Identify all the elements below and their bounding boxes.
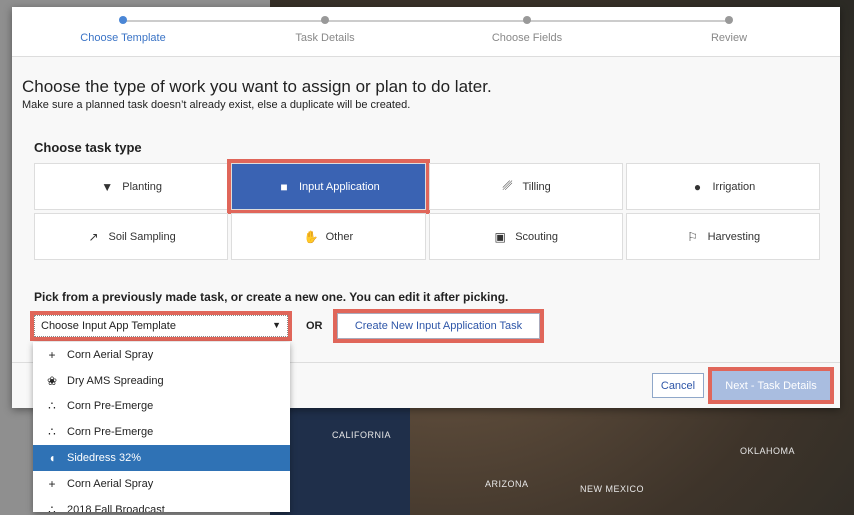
page-title: Choose the type of work you want to assi… — [22, 77, 492, 96]
option-icon: + — [48, 347, 56, 362]
task-type-soil-sampling[interactable]: ↗ Soil Sampling — [34, 213, 229, 260]
harvester-icon: ⚐ — [687, 229, 698, 244]
step-choose-template[interactable]: Choose Template — [43, 16, 203, 44]
tilling-icon: ␥ — [502, 179, 513, 193]
map-label: NEW MEXICO — [580, 484, 645, 494]
probe-icon: ↗ — [88, 229, 99, 244]
dropdown-option[interactable]: + Corn Aerial Spray — [33, 471, 290, 497]
option-icon: ∴ — [48, 502, 56, 512]
option-label: Corn Aerial Spray — [67, 477, 154, 490]
option-label: Corn Pre-Emerge — [67, 426, 154, 439]
next-button[interactable]: Next - Task Details — [708, 367, 834, 404]
hand-icon: ✋ — [303, 229, 319, 244]
dropdown-option[interactable]: + Corn Aerial Spray — [33, 342, 290, 368]
step-task-details[interactable]: Task Details — [245, 16, 405, 44]
dropdown-option[interactable]: ❀ Dry AMS Spreading — [33, 368, 290, 394]
stepper: Choose Template Task Details Choose Fiel… — [12, 7, 840, 57]
option-label: 2018 Fall Broadcast — [67, 503, 165, 512]
option-label: Sidedress 32% — [67, 452, 141, 465]
create-new-task-button[interactable]: Create New Input Application Task — [333, 309, 544, 343]
task-type-input-application[interactable]: ■ Input Application — [227, 159, 430, 214]
option-label: Dry AMS Spreading — [67, 374, 164, 387]
cancel-button[interactable]: Cancel — [652, 373, 704, 398]
task-type-tilling[interactable]: ␥ Tilling — [428, 163, 623, 210]
task-type-label: Tilling — [522, 180, 551, 193]
dropdown-option[interactable]: ∴ 2018 Fall Broadcast — [33, 497, 290, 512]
camera-icon: ▣ — [494, 229, 506, 244]
map-label: CALIFORNIA — [332, 430, 392, 440]
template-dropdown: + Corn Aerial Spray ❀ Dry AMS Spreading ∴ Cor… — [33, 342, 290, 512]
droplet-icon: ● — [693, 179, 702, 194]
template-select[interactable]: Choose Input App Template ▼ — [30, 311, 292, 341]
jug-icon: ■ — [280, 179, 288, 194]
dropdown-option[interactable]: ◖ Sidedress 32% — [33, 445, 290, 471]
option-icon: + — [48, 476, 56, 491]
task-type-label: Irrigation — [712, 180, 756, 193]
step-review[interactable]: Review — [649, 16, 809, 44]
option-icon: ❀ — [46, 373, 58, 388]
task-type-heading: Choose task type — [34, 140, 142, 155]
chevron-down-icon: ▼ — [272, 320, 281, 330]
dropdown-option[interactable]: ∴ Corn Pre-Emerge — [33, 394, 290, 420]
seed-bag-icon: ▼ — [101, 179, 114, 194]
step-choose-fields[interactable]: Choose Fields — [447, 16, 607, 44]
option-icon: ∴ — [48, 425, 56, 440]
map-label: OKLAHOMA — [740, 446, 796, 456]
or-label: OR — [306, 320, 323, 332]
task-type-label: Harvesting — [707, 230, 761, 243]
pick-heading: Pick from a previously made task, or cre… — [34, 290, 509, 304]
option-label: Corn Pre-Emerge — [67, 400, 154, 413]
dropdown-option[interactable]: ∴ Corn Pre-Emerge — [33, 419, 290, 445]
task-type-planting[interactable]: ▼ Planting — [34, 163, 229, 210]
task-type-label: Soil Sampling — [108, 230, 176, 243]
subtitle: Make sure a planned task doesn’t already… — [22, 99, 411, 111]
task-type-grid: ▼ Planting ■ Input Application ␥ Tilling ● Irri… — [34, 159, 820, 260]
task-type-scouting[interactable]: ▣ Scouting — [428, 213, 623, 260]
option-icon: ◖ — [48, 451, 56, 466]
task-type-label: Planting — [122, 180, 162, 193]
task-type-irrigation[interactable]: ● Irrigation — [625, 163, 820, 210]
task-type-label: Scouting — [515, 230, 559, 243]
option-label: Corn Aerial Spray — [67, 348, 154, 361]
task-type-label: Input Application — [299, 180, 380, 193]
option-icon: ∴ — [48, 399, 56, 414]
map-label: ARIZONA — [485, 479, 529, 489]
task-type-label: Other — [325, 230, 354, 243]
task-type-other[interactable]: ✋ Other — [231, 213, 426, 260]
task-type-harvesting[interactable]: ⚐ Harvesting — [625, 213, 820, 260]
